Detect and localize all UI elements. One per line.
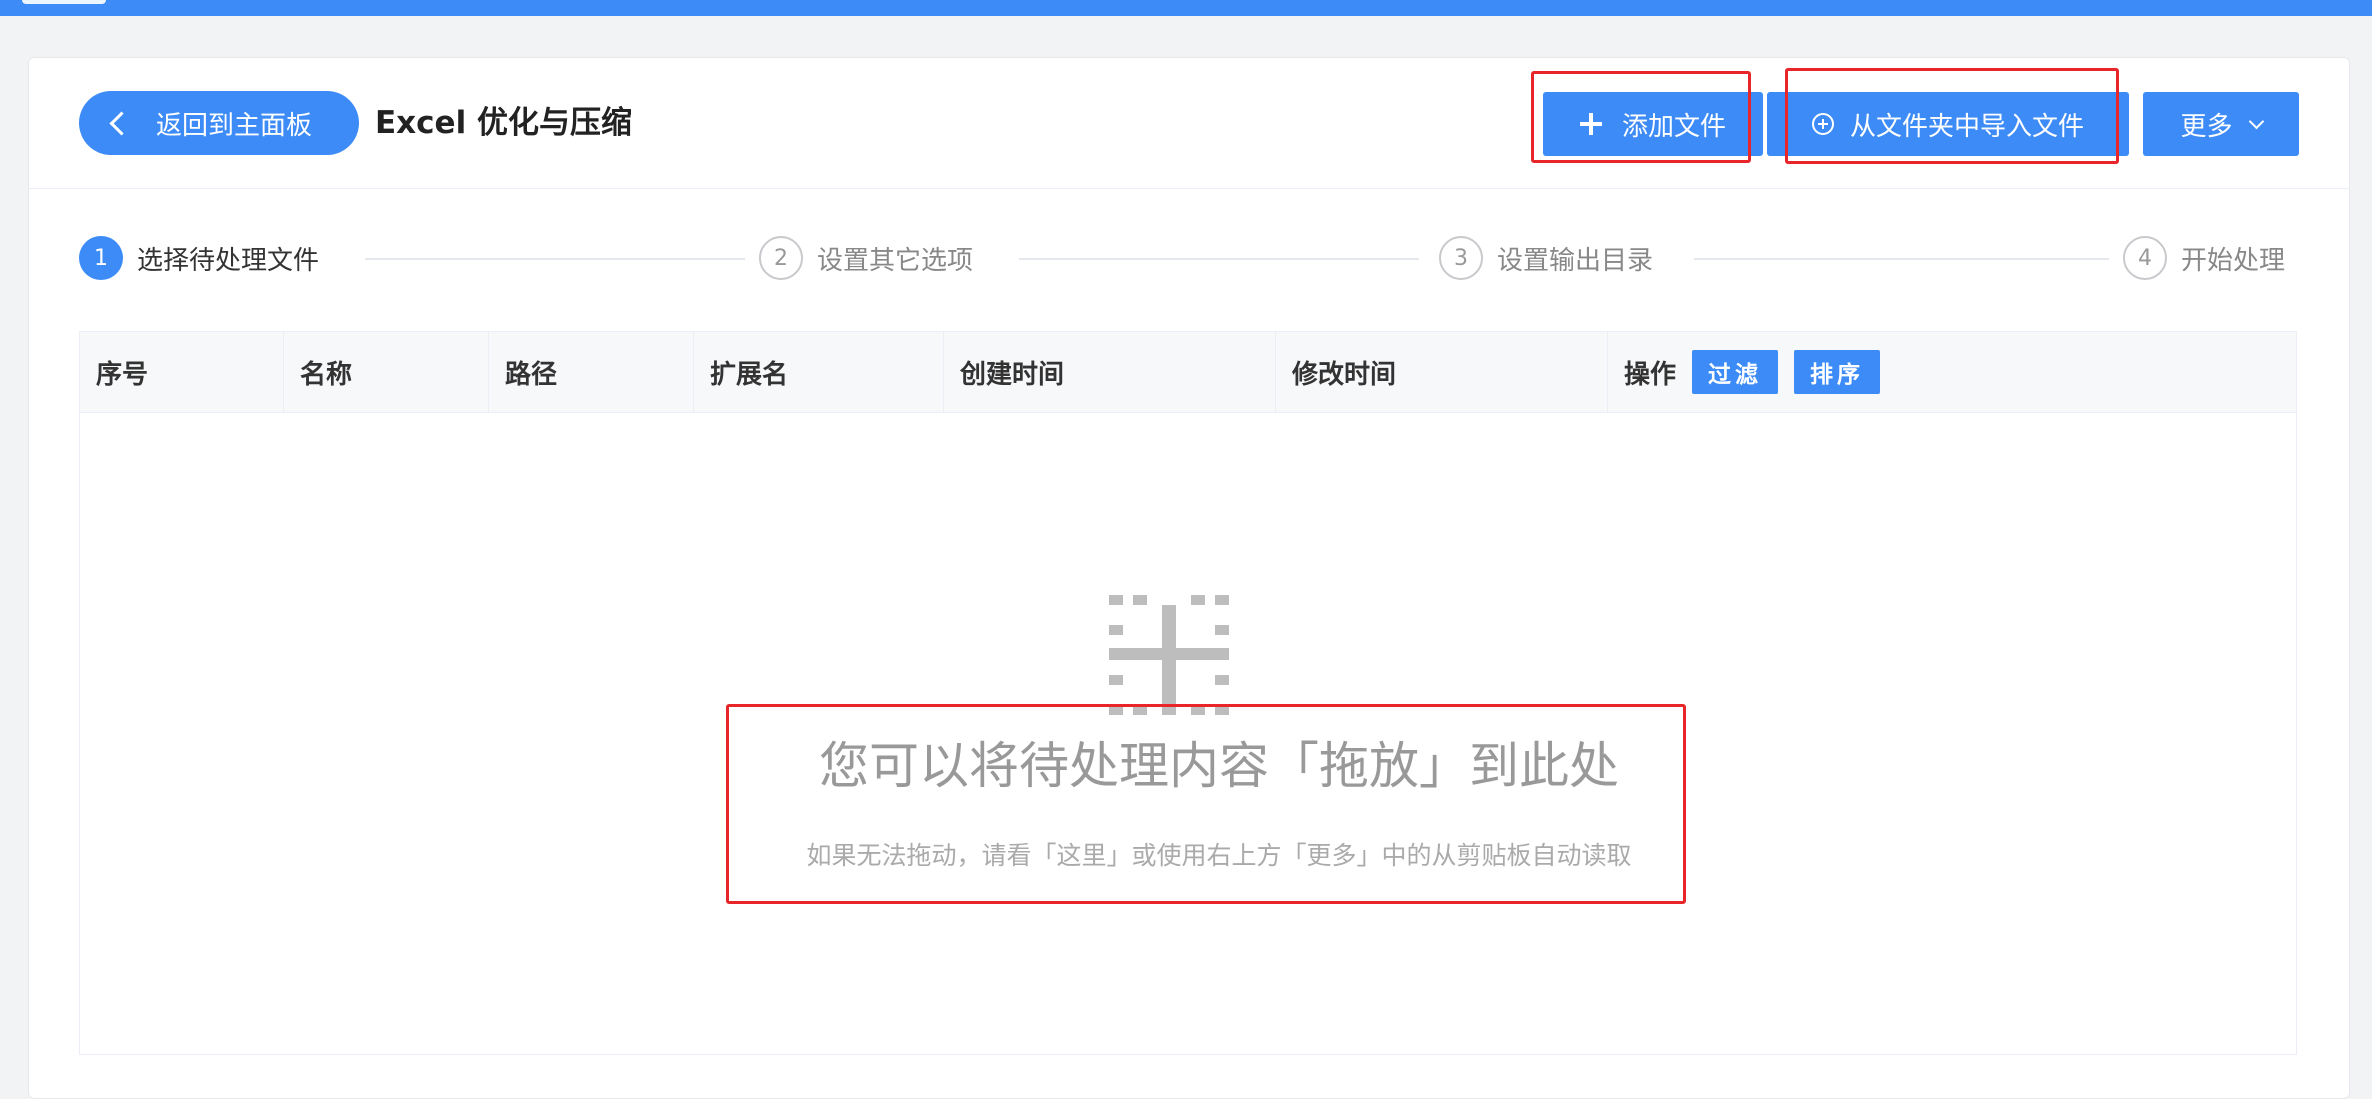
step-number: 4 xyxy=(2123,236,2167,280)
chevron-left-icon xyxy=(109,111,134,136)
page-title: Excel 优化与压缩 xyxy=(375,105,632,141)
drop-zone-title: 您可以将待处理内容「拖放」到此处 xyxy=(819,737,1619,795)
step-start-processing[interactable]: 4 开始处理 xyxy=(2123,236,2286,280)
drop-zone-hint[interactable]: 如果无法拖动，请看「这里」或使用右上方「更多」中的从剪贴板自动读取 xyxy=(629,836,1809,872)
step-other-options[interactable]: 2 设置其它选项 xyxy=(759,236,998,280)
column-header-index[interactable]: 序号 xyxy=(80,332,284,412)
column-header-created-time[interactable]: 创建时间 xyxy=(944,332,1276,412)
drop-zone-icon xyxy=(1109,595,1229,715)
top-bar-tab xyxy=(22,0,106,4)
add-file-button[interactable]: 添加文件 xyxy=(1543,92,1763,156)
step-label: 开始处理 xyxy=(2181,245,2286,276)
sort-button[interactable]: 排序 xyxy=(1794,350,1881,394)
step-number: 2 xyxy=(759,236,803,280)
main-panel: 返回到主面板 Excel 优化与压缩 添加文件 从文件夹中导入文件 更多 1 选… xyxy=(28,57,2350,1099)
step-label: 设置输出目录 xyxy=(1497,245,1654,276)
step-output-directory[interactable]: 3 设置输出目录 xyxy=(1439,236,1678,280)
top-bar xyxy=(0,0,2372,16)
column-header-modified-time[interactable]: 修改时间 xyxy=(1276,332,1608,412)
actions-label: 操作 xyxy=(1624,359,1677,390)
column-header-extension[interactable]: 扩展名 xyxy=(694,332,944,412)
add-file-label: 添加文件 xyxy=(1621,111,1726,142)
step-connector-2 xyxy=(1019,258,1419,260)
step-label: 设置其它选项 xyxy=(817,245,974,276)
column-header-actions: 操作 过滤 排序 xyxy=(1608,332,2296,412)
step-connector-3 xyxy=(1694,258,2109,260)
step-number: 1 xyxy=(79,236,123,280)
back-button-label: 返回到主面板 xyxy=(156,110,313,141)
import-folder-label: 从文件夹中导入文件 xyxy=(1849,111,2084,142)
column-header-name[interactable]: 名称 xyxy=(284,332,489,412)
column-header-path[interactable]: 路径 xyxy=(489,332,694,412)
step-label: 选择待处理文件 xyxy=(137,245,320,276)
more-label: 更多 xyxy=(2180,111,2233,142)
step-select-files[interactable]: 1 选择待处理文件 xyxy=(79,236,344,280)
table-header: 序号 名称 路径 扩展名 创建时间 修改时间 操作 过滤 排序 xyxy=(80,332,2296,413)
page-header: 返回到主面板 Excel 优化与压缩 添加文件 从文件夹中导入文件 更多 xyxy=(29,58,2349,189)
filter-button[interactable]: 过滤 xyxy=(1692,350,1779,394)
import-from-folder-button[interactable]: 从文件夹中导入文件 xyxy=(1767,92,2129,156)
chevron-down-icon xyxy=(2248,113,2264,129)
more-menu-button[interactable]: 更多 xyxy=(2143,92,2299,156)
plus-icon xyxy=(1579,113,1602,135)
step-number: 3 xyxy=(1439,236,1483,280)
step-connector-1 xyxy=(365,258,745,260)
circle-plus-icon xyxy=(1811,113,1834,135)
back-to-dashboard-button[interactable]: 返回到主面板 xyxy=(79,91,359,155)
